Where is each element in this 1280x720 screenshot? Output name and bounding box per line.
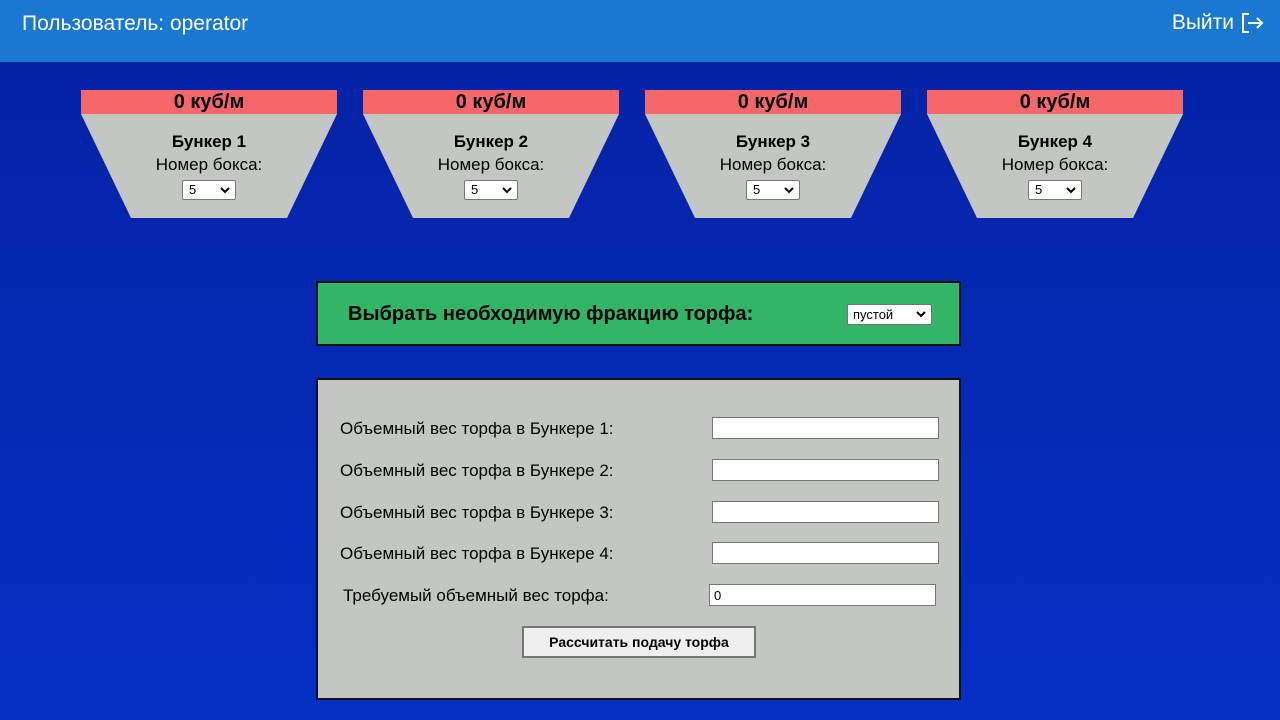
fraction-select[interactable]: пустой [847,304,932,325]
weight-row-2: Объемный вес торфа в Бункере 2: [318,459,963,483]
bunker-volume: 0 куб/м [363,90,619,114]
bunker-name: Бункер 2 [453,132,529,151]
chevron-down-icon [220,187,230,194]
weight-input-3[interactable] [712,501,939,523]
box-number-value: 5 [1035,182,1043,197]
box-number-label: Номер бокса: [437,155,545,174]
weight-row-1: Объемный вес торфа в Бункере 1: [318,417,963,441]
logout-button[interactable]: Выйти [1172,11,1266,35]
bunker-name: Бункер 1 [171,132,247,151]
chevron-down-icon [1066,187,1076,194]
bunker-card-3: 0 куб/м Бункер 3 Номер бокса: 5 [645,90,901,218]
bunker-volume: 0 куб/м [927,90,1183,114]
top-header: Пользователь: operator Выйти [0,0,1280,62]
bunker-volume: 0 куб/м [81,90,337,114]
bunker-card-1: 0 куб/м Бункер 1 Номер бокса: 5 [81,90,337,218]
box-number-select[interactable]: 5 [464,180,518,200]
weight-label-2: Объемный вес торфа в Бункере 2: [340,461,614,480]
logout-icon [1242,13,1264,33]
weight-label-3: Объемный вес торфа в Бункере 3: [340,503,614,522]
logout-label: Выйти [1171,11,1234,34]
weight-row-4: Объемный вес торфа в Бункере 4: [318,542,963,566]
box-number-label: Номер бокса: [719,155,827,174]
weight-label-1: Объемный вес торфа в Бункере 1: [340,419,614,438]
chevron-down-icon [502,187,512,194]
weight-label-4: Объемный вес торфа в Бункере 4: [340,544,614,563]
bunker-name: Бункер 3 [735,132,811,151]
weight-input-1[interactable] [712,417,939,439]
fraction-label: Выбрать необходимую фракцию торфа: [348,303,754,325]
chevron-down-icon [916,311,926,318]
box-number-value: 5 [189,182,197,197]
weight-row-3: Объемный вес торфа в Бункере 3: [318,501,963,525]
bunker-volume: 0 куб/м [645,90,901,114]
fraction-panel: Выбрать необходимую фракцию торфа: пусто… [316,281,961,346]
weight-input-2[interactable] [712,459,939,481]
required-weight-label: Требуемый объемный вес торфа: [343,586,609,605]
bunker-name: Бункер 4 [1017,132,1093,151]
box-number-value: 5 [471,182,479,197]
box-number-select[interactable]: 5 [182,180,236,200]
box-number-label: Номер бокса: [155,155,263,174]
calc-panel: Объемный вес торфа в Бункере 1: Объемный… [316,378,961,700]
box-number-select[interactable]: 5 [746,180,800,200]
box-number-select[interactable]: 5 [1028,180,1082,200]
user-label: Пользователь: operator [22,12,249,35]
calculate-button[interactable]: Рассчитать подачу торфа [522,626,756,658]
box-number-value: 5 [753,182,761,197]
box-number-label: Номер бокса: [1001,155,1109,174]
required-weight-input[interactable] [709,584,936,606]
bunker-card-2: 0 куб/м Бункер 2 Номер бокса: 5 [363,90,619,218]
weight-input-4[interactable] [712,542,939,564]
required-weight-row: Требуемый объемный вес торфа: [318,584,963,608]
bunker-card-4: 0 куб/м Бункер 4 Номер бокса: 5 [927,90,1183,218]
fraction-select-value: пустой [853,307,894,322]
chevron-down-icon [784,187,794,194]
